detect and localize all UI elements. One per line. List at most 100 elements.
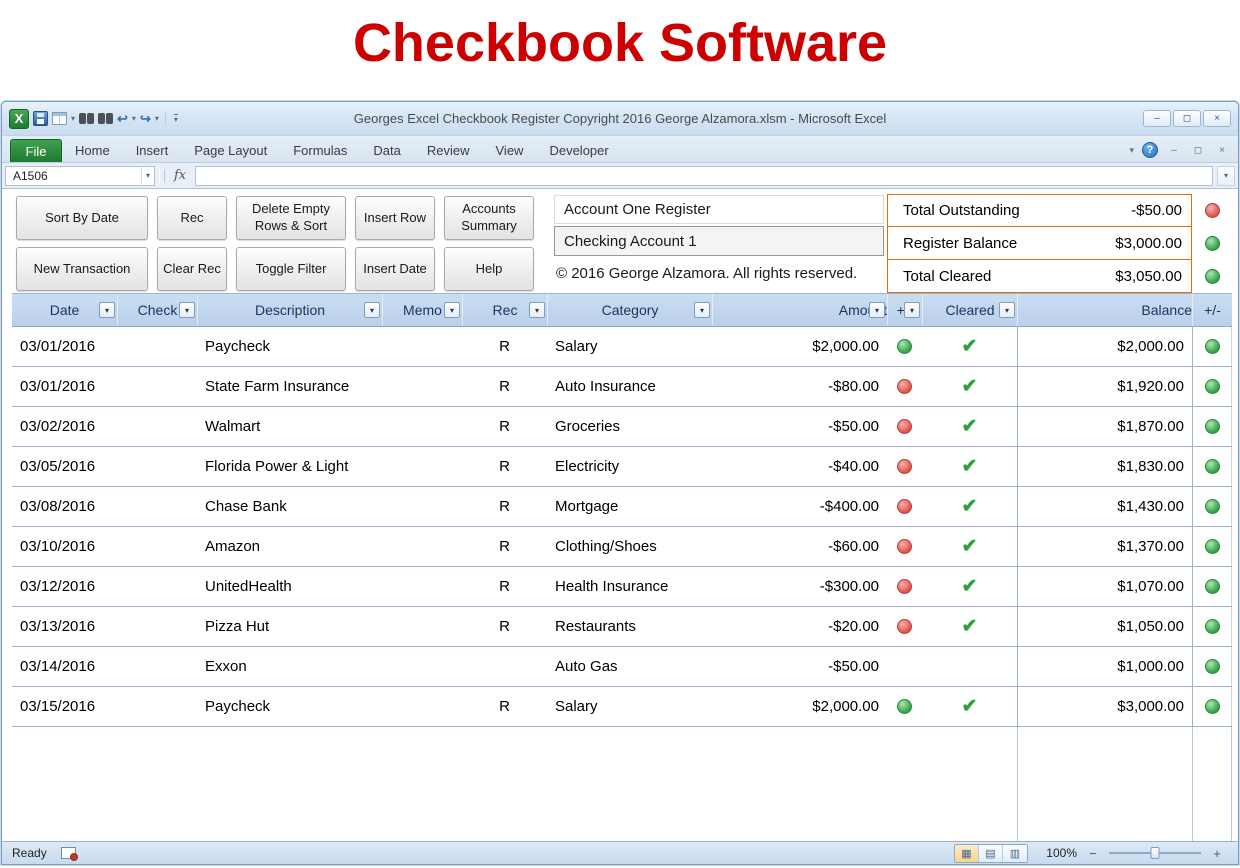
rec-button[interactable]: Rec <box>157 196 227 240</box>
header-cleared[interactable]: Cleared ▾ <box>922 294 1017 326</box>
insert-date-button[interactable]: Insert Date <box>355 247 435 291</box>
ribbon-collapse-icon[interactable]: ▾ <box>1129 145 1134 156</box>
macro-record-icon[interactable] <box>61 847 76 859</box>
undo-icon[interactable]: ↩ <box>117 112 128 125</box>
filter-button-date[interactable]: ▾ <box>99 302 115 318</box>
help-button[interactable]: Help <box>444 247 534 291</box>
cell-memo[interactable] <box>382 327 462 366</box>
filter-button-category[interactable]: ▾ <box>694 302 710 318</box>
cell-rec[interactable]: R <box>462 607 547 646</box>
cell-cleared[interactable]: ✔ <box>922 367 1017 406</box>
cell-date[interactable]: 03/02/2016 <box>12 407 117 446</box>
cell-category[interactable]: Salary <box>547 327 712 366</box>
cell-amount[interactable]: -$50.00 <box>712 647 887 686</box>
tab-formulas[interactable]: Formulas <box>280 139 360 162</box>
tab-insert[interactable]: Insert <box>123 139 182 162</box>
header-category[interactable]: Category ▾ <box>547 294 712 326</box>
cell-description[interactable]: State Farm Insurance <box>197 367 382 406</box>
header-description[interactable]: Description ▾ <box>197 294 382 326</box>
cell-rec[interactable]: R <box>462 407 547 446</box>
tab-view[interactable]: View <box>483 139 537 162</box>
tab-developer[interactable]: Developer <box>536 139 621 162</box>
cell-check[interactable] <box>117 447 197 486</box>
cell-date[interactable]: 03/01/2016 <box>12 327 117 366</box>
cell-cleared[interactable]: ✔ <box>922 527 1017 566</box>
cell-balance[interactable]: $1,000.00 <box>1017 647 1192 686</box>
cell-balance[interactable]: $1,370.00 <box>1017 527 1192 566</box>
cell-rec[interactable]: R <box>462 447 547 486</box>
cell-balance[interactable]: $1,070.00 <box>1017 567 1192 606</box>
cell-description[interactable]: Chase Bank <box>197 487 382 526</box>
cell-memo[interactable] <box>382 447 462 486</box>
workbook-minimize-button[interactable]: – <box>1166 145 1182 156</box>
cell-balance[interactable]: $2,000.00 <box>1017 327 1192 366</box>
account-name-cell[interactable]: Checking Account 1 <box>554 226 884 256</box>
cell-category[interactable]: Electricity <box>547 447 712 486</box>
header-amount-indicator[interactable]: +/- ▾ <box>887 294 922 326</box>
save-icon[interactable] <box>33 111 48 126</box>
cell-category[interactable]: Health Insurance <box>547 567 712 606</box>
cell-amount[interactable]: $2,000.00 <box>712 687 887 726</box>
cell-rec[interactable]: R <box>462 567 547 606</box>
cell-balance[interactable]: $3,000.00 <box>1017 687 1192 726</box>
cell-date[interactable]: 03/01/2016 <box>12 367 117 406</box>
cell-description[interactable]: Florida Power & Light <box>197 447 382 486</box>
tab-review[interactable]: Review <box>414 139 483 162</box>
chevron-down-icon[interactable]: ▾ <box>71 115 75 123</box>
cell-memo[interactable] <box>382 367 462 406</box>
sort-by-date-button[interactable]: Sort By Date <box>16 196 148 240</box>
page-break-view-button[interactable]: ▥ <box>1003 845 1027 862</box>
cell-memo[interactable] <box>382 527 462 566</box>
cell-rec[interactable]: R <box>462 527 547 566</box>
cell-date[interactable]: 03/08/2016 <box>12 487 117 526</box>
cell-category[interactable]: Clothing/Shoes <box>547 527 712 566</box>
cell-balance[interactable]: $1,870.00 <box>1017 407 1192 446</box>
cell-date[interactable]: 03/10/2016 <box>12 527 117 566</box>
filter-button-description[interactable]: ▾ <box>364 302 380 318</box>
table-icon[interactable] <box>52 112 67 125</box>
zoom-slider[interactable] <box>1109 852 1201 854</box>
header-balance[interactable]: Balance <box>1017 294 1192 326</box>
close-button[interactable]: × <box>1203 110 1231 127</box>
filter-button-memo[interactable]: ▾ <box>444 302 460 318</box>
workbook-restore-button[interactable]: ◻ <box>1190 145 1206 156</box>
formula-bar-expand-button[interactable]: ▾ <box>1217 166 1235 186</box>
cell-cleared[interactable]: ✔ <box>922 447 1017 486</box>
filter-button-check[interactable]: ▾ <box>179 302 195 318</box>
cell-memo[interactable] <box>382 647 462 686</box>
cell-category[interactable]: Salary <box>547 687 712 726</box>
cell-description[interactable]: Amazon <box>197 527 382 566</box>
cell-check[interactable] <box>117 647 197 686</box>
fx-button[interactable]: fx <box>169 168 191 183</box>
cell-amount[interactable]: -$50.00 <box>712 407 887 446</box>
cell-description[interactable]: Exxon <box>197 647 382 686</box>
clear-rec-button[interactable]: Clear Rec <box>157 247 227 291</box>
workbook-close-button[interactable]: × <box>1214 145 1230 156</box>
zoom-out-button[interactable]: − <box>1086 846 1100 861</box>
cell-balance[interactable]: $1,920.00 <box>1017 367 1192 406</box>
cell-description[interactable]: Pizza Hut <box>197 607 382 646</box>
tab-home[interactable]: Home <box>62 139 123 162</box>
cell-cleared[interactable]: ✔ <box>922 487 1017 526</box>
header-check[interactable]: Check ▾ <box>117 294 197 326</box>
delete-empty-rows-button[interactable]: Delete Empty Rows & Sort <box>236 196 346 240</box>
formula-input[interactable] <box>195 166 1213 186</box>
chevron-down-icon[interactable]: ▾ <box>141 167 154 185</box>
cell-date[interactable]: 03/14/2016 <box>12 647 117 686</box>
cell-date[interactable]: 03/05/2016 <box>12 447 117 486</box>
cell-date[interactable]: 03/12/2016 <box>12 567 117 606</box>
cell-category[interactable]: Mortgage <box>547 487 712 526</box>
tab-data[interactable]: Data <box>360 139 413 162</box>
cell-check[interactable] <box>117 607 197 646</box>
name-box[interactable]: A1506 ▾ <box>5 166 155 186</box>
find-icon[interactable] <box>79 113 94 124</box>
insert-row-button[interactable]: Insert Row <box>355 196 435 240</box>
toggle-filter-button[interactable]: Toggle Filter <box>236 247 346 291</box>
cell-rec[interactable]: R <box>462 327 547 366</box>
cell-rec[interactable]: R <box>462 367 547 406</box>
qat-customize-icon[interactable]: ▾ <box>174 114 178 124</box>
undo-dropdown-icon[interactable]: ▾ <box>132 115 136 123</box>
cell-date[interactable]: 03/13/2016 <box>12 607 117 646</box>
tab-file[interactable]: File <box>10 139 62 162</box>
zoom-slider-thumb[interactable] <box>1151 847 1160 859</box>
